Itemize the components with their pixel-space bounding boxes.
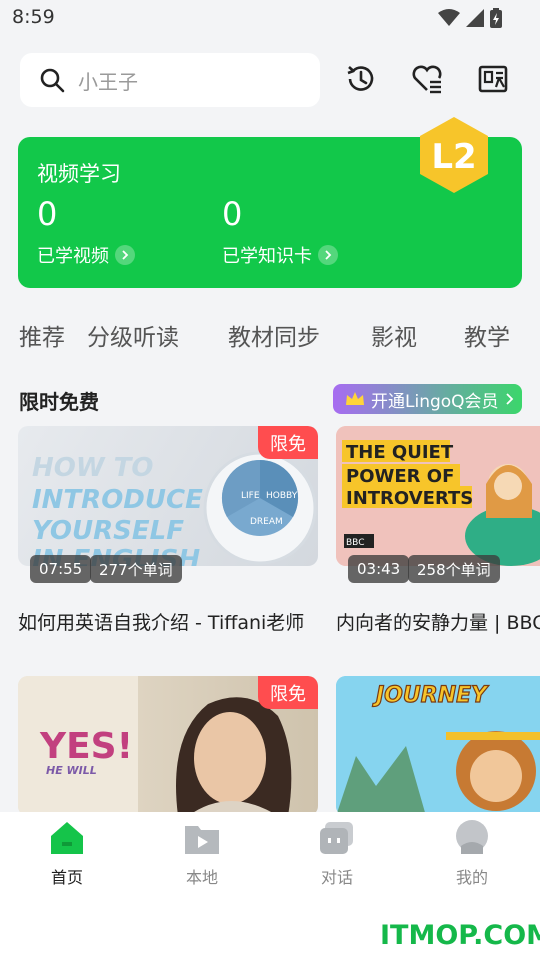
thumbnail-art: THE QUIET POWER OF INTROVERTS BBC bbox=[336, 426, 540, 566]
svg-text:YES!: YES! bbox=[39, 726, 133, 767]
video-thumbnail[interactable]: JOURNEY bbox=[336, 676, 540, 816]
level-badge-text: L2 bbox=[431, 137, 476, 177]
learned-cards-count: 0 bbox=[222, 195, 243, 233]
status-time: 8:59 bbox=[12, 6, 55, 28]
watermark: ITMOP.COM bbox=[380, 920, 540, 951]
video-thumbnail[interactable]: YES! HE WILL 限免 bbox=[18, 676, 318, 816]
video-title[interactable]: 如何用英语自我介绍 - Tiffani老师 bbox=[18, 608, 304, 635]
video-thumbnail[interactable]: HOW TO INTRODUCE YOURSELF IN ENGLISH LIF… bbox=[18, 426, 318, 566]
status-bar: 8:59 bbox=[0, 0, 540, 38]
video-duration: 07:55 bbox=[30, 555, 92, 583]
wifi-icon bbox=[438, 9, 460, 26]
tab-teaching[interactable]: 教学 bbox=[464, 318, 510, 352]
chevron-right-icon bbox=[318, 245, 338, 265]
nav-local-label: 本地 bbox=[185, 868, 218, 887]
battery-icon bbox=[490, 8, 502, 28]
vip-membership-button[interactable]: 开通LingoQ会员 bbox=[333, 384, 522, 414]
tab-movies[interactable]: 影视 bbox=[371, 318, 417, 352]
video-thumbnail[interactable]: THE QUIET POWER OF INTROVERTS BBC bbox=[336, 426, 540, 566]
signal-icon bbox=[466, 9, 484, 27]
svg-text:HOBBY: HOBBY bbox=[266, 491, 298, 501]
home-icon bbox=[51, 822, 83, 854]
learned-cards-link[interactable]: 已学知识卡 bbox=[222, 242, 338, 268]
video-title[interactable]: 内向者的安静力量 | BBC bbox=[336, 608, 540, 635]
crown-icon bbox=[346, 392, 364, 405]
nav-home-label: 首页 bbox=[50, 868, 83, 887]
thumbnail-art: JOURNEY bbox=[336, 676, 540, 816]
svg-text:JOURNEY: JOURNEY bbox=[372, 683, 489, 708]
svg-text:INTRODUCE: INTRODUCE bbox=[32, 485, 203, 515]
nav-profile[interactable]: 我的 bbox=[432, 818, 512, 888]
video-study-card[interactable]: 视频学习 0 已学视频 0 已学知识卡 L2 bbox=[18, 117, 522, 288]
chevron-right-icon bbox=[115, 245, 135, 265]
svg-text:THE QUIET: THE QUIET bbox=[346, 442, 454, 463]
nav-home[interactable]: 首页 bbox=[27, 818, 107, 888]
study-card-title: 视频学习 bbox=[37, 162, 121, 186]
video-word-count: 258个单词 bbox=[408, 555, 500, 583]
history-icon[interactable] bbox=[344, 62, 378, 96]
svg-text:LIFE: LIFE bbox=[241, 491, 260, 501]
video-card[interactable]: JOURNEY bbox=[336, 676, 540, 816]
profile-icon bbox=[456, 820, 488, 854]
tab-textbook-sync[interactable]: 教材同步 bbox=[228, 318, 320, 352]
video-card[interactable]: THE QUIET POWER OF INTROVERTS BBC 03:43 … bbox=[336, 426, 540, 646]
chat-icon bbox=[320, 822, 353, 854]
learned-cards-label: 已学知识卡 bbox=[222, 246, 312, 267]
tab-recommend[interactable]: 推荐 bbox=[19, 318, 65, 352]
nav-chat-label: 对话 bbox=[320, 868, 353, 887]
status-icons bbox=[438, 8, 502, 28]
vip-button-label: 开通LingoQ会员 bbox=[371, 391, 499, 412]
learned-videos-link[interactable]: 已学视频 bbox=[37, 242, 135, 268]
svg-text:INTROVERTS: INTROVERTS bbox=[346, 488, 473, 509]
video-duration: 03:43 bbox=[348, 555, 410, 583]
tab-graded-reading[interactable]: 分级听读 bbox=[87, 318, 179, 352]
search-input[interactable]: 小王子 bbox=[20, 53, 320, 107]
category-tabs: 推荐 分级听读 教材同步 影视 教学 bbox=[0, 318, 540, 354]
free-tag: 限免 bbox=[258, 426, 318, 459]
search-icon bbox=[40, 68, 65, 93]
svg-text:HOW TO: HOW TO bbox=[32, 453, 153, 483]
svg-text:POWER OF: POWER OF bbox=[346, 466, 454, 487]
nav-chat[interactable]: 对话 bbox=[297, 818, 377, 888]
svg-text:YOURSELF: YOURSELF bbox=[32, 516, 184, 546]
search-placeholder: 小王子 bbox=[78, 69, 138, 94]
vocabulary-icon[interactable] bbox=[476, 62, 510, 96]
svg-text:DREAM: DREAM bbox=[250, 517, 283, 527]
svg-text:BBC: BBC bbox=[346, 538, 364, 548]
learned-videos-count: 0 bbox=[37, 195, 58, 233]
nav-local[interactable]: 本地 bbox=[162, 818, 242, 888]
favorite-list-icon[interactable] bbox=[410, 62, 444, 96]
local-video-icon bbox=[185, 826, 219, 854]
level-badge-icon: L2 bbox=[420, 117, 488, 193]
learned-videos-label: 已学视频 bbox=[37, 246, 109, 267]
video-word-count: 277个单词 bbox=[90, 555, 182, 583]
svg-text:HE WILL: HE WILL bbox=[46, 764, 97, 777]
section-title: 限时免费 bbox=[19, 390, 99, 414]
chevron-right-icon bbox=[505, 393, 513, 405]
free-tag: 限免 bbox=[258, 676, 318, 709]
nav-profile-label: 我的 bbox=[455, 868, 488, 887]
